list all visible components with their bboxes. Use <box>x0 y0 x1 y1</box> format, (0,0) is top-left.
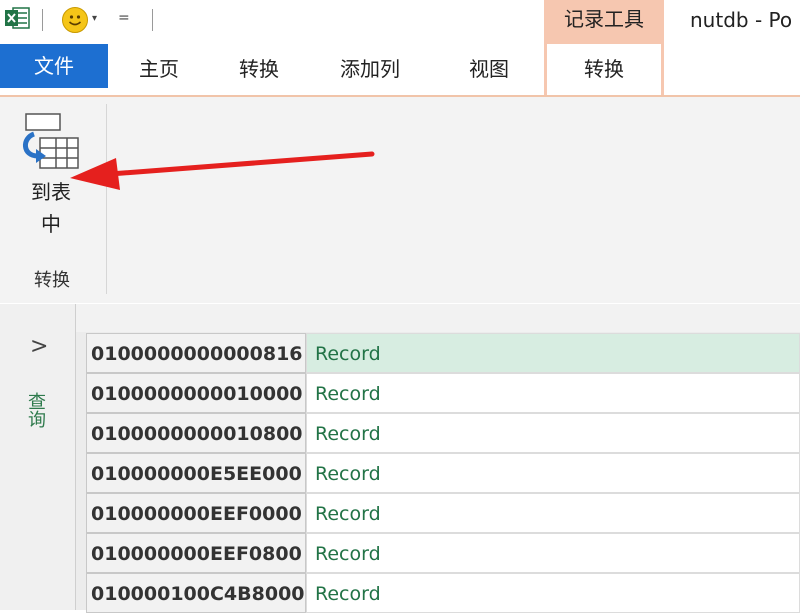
record-key-cell[interactable]: 0100000000000816 <box>86 333 306 373</box>
record-key-cell[interactable]: 0100000000010800 <box>86 413 306 453</box>
grid-header-strip <box>76 304 800 332</box>
context-tab-group-label: 记录工具 <box>544 0 664 44</box>
table-row[interactable]: 010000000EEF0000 Record <box>86 493 800 533</box>
ribbon-group-label: 转换 <box>34 270 70 291</box>
table-row[interactable]: 010000000E5EE000 Record <box>86 453 800 493</box>
qat-separator <box>152 9 153 31</box>
record-link-cell[interactable]: Record <box>306 493 800 533</box>
record-key-cell[interactable]: 010000000EEF0800 <box>86 533 306 573</box>
customize-qat-button[interactable]: = <box>118 10 130 26</box>
queries-pane-label[interactable]: 查询 <box>22 392 48 428</box>
table-row[interactable]: 0100000000000816 Record <box>86 333 800 373</box>
chevron-right-icon[interactable]: > <box>30 334 48 359</box>
table-row[interactable]: 0100000000010000 Record <box>86 373 800 413</box>
tab-add-column[interactable]: 添加列 <box>320 44 420 94</box>
record-link-cell[interactable]: Record <box>306 453 800 493</box>
record-link-cell[interactable]: Record <box>306 573 800 613</box>
tab-file[interactable]: 文件 <box>0 44 108 88</box>
qat-separator <box>42 9 43 31</box>
window-title: nutdb - Po <box>690 8 793 32</box>
tab-record-transform[interactable]: 转换 <box>547 44 661 96</box>
record-link-cell[interactable]: Record <box>306 413 800 453</box>
tab-transform[interactable]: 转换 <box>214 44 304 94</box>
record-link-cell[interactable]: Record <box>306 333 800 373</box>
record-key-cell[interactable]: 010000000EEF0000 <box>86 493 306 533</box>
annotation-arrow <box>60 140 380 204</box>
tab-home[interactable]: 主页 <box>114 44 204 94</box>
table-row[interactable]: 010000000EEF0800 Record <box>86 533 800 573</box>
record-link-cell[interactable]: Record <box>306 533 800 573</box>
smiley-icon[interactable] <box>62 7 88 33</box>
table-row[interactable]: 010000100C4B8000 Record <box>86 573 800 613</box>
chevron-down-icon[interactable]: ▾ <box>92 13 97 24</box>
record-link-cell[interactable]: Record <box>306 373 800 413</box>
record-key-cell[interactable]: 0100000000010000 <box>86 373 306 413</box>
record-key-cell[interactable]: 010000100C4B8000 <box>86 573 306 613</box>
tab-view[interactable]: 视图 <box>444 44 534 94</box>
excel-icon[interactable] <box>4 6 30 30</box>
record-key-cell[interactable]: 010000000E5EE000 <box>86 453 306 493</box>
table-row[interactable]: 0100000000010800 Record <box>86 413 800 453</box>
